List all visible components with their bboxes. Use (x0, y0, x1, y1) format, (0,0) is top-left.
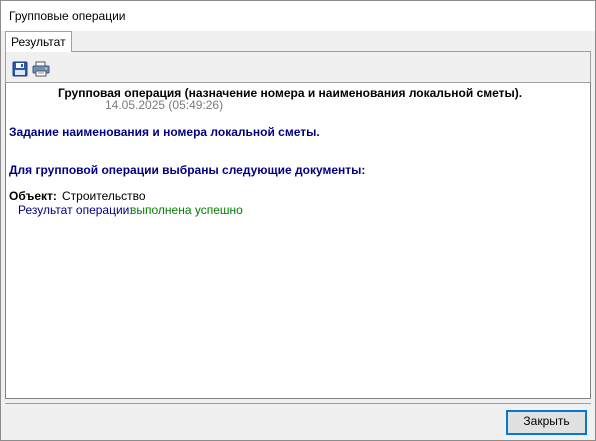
task-heading: Задание наименования и номера локальной … (9, 125, 320, 139)
close-button[interactable]: Закрыть (506, 410, 587, 435)
tab-result[interactable]: Результат (5, 31, 72, 52)
selected-documents-heading: Для групповой операции выбраны следующие… (9, 163, 366, 177)
report-datetime: 14.05.2025 (05:49:26) (105, 98, 224, 112)
toolbar (5, 52, 591, 82)
save-icon[interactable] (12, 61, 30, 79)
group-operations-window: Групповые операции Результат Групповая о… (0, 0, 596, 441)
object-label: Объект: (9, 189, 57, 203)
operation-result-label: Результат операции: (18, 203, 133, 217)
window-title: Групповые операции (9, 9, 126, 23)
footer-divider (5, 403, 591, 404)
title-bar[interactable]: Групповые операции (1, 1, 595, 31)
object-value: Строительство (62, 189, 146, 203)
operation-result-value: выполнена успешно (130, 203, 243, 217)
print-icon[interactable] (32, 61, 50, 79)
report-area[interactable]: Групповая операция (назначение номера и … (5, 82, 591, 399)
